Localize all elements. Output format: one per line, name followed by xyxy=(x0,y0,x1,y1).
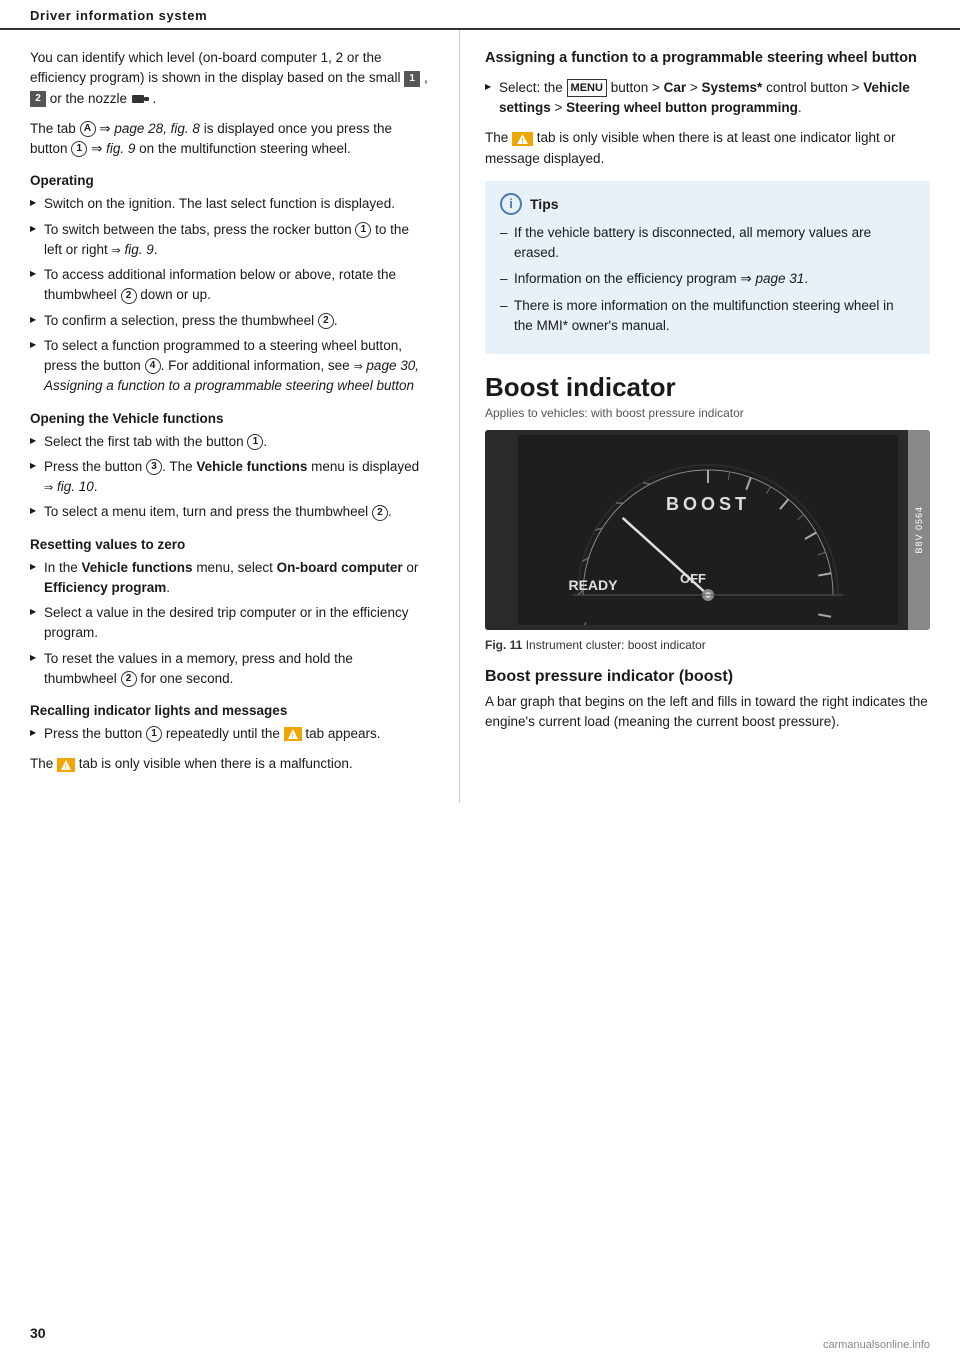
warning-tab-paragraph: The ! tab is only visible when there is … xyxy=(485,128,930,169)
arrow-symbol-2: ⇒ xyxy=(91,141,106,156)
ready-label: READY xyxy=(568,577,618,593)
opening-heading: Opening the Vehicle functions xyxy=(30,411,429,426)
boost-pressure-heading: Boost pressure indicator (boost) xyxy=(485,668,930,686)
operating-heading: Operating xyxy=(30,173,429,188)
svg-text:!: ! xyxy=(521,138,523,145)
op-bullet-3: To access additional information below o… xyxy=(30,265,429,306)
warning-tab-mal: ! xyxy=(57,758,75,772)
resetting-heading: Resetting values to zero xyxy=(30,537,429,552)
tab-a-intro: The tab xyxy=(30,121,80,136)
open-bullet-1: Select the first tab with the button 1. xyxy=(30,432,429,452)
opening-list: Select the first tab with the button 1. … xyxy=(30,432,429,523)
image-badge: B8V 0564 xyxy=(908,430,930,630)
badge-text: B8V 0564 xyxy=(914,506,924,554)
op-bullet-1: Switch on the ignition. The last select … xyxy=(30,194,429,214)
btn-2-thumbwheel: 2 xyxy=(121,288,137,304)
fig-caption: Fig. 11 Instrument cluster: boost indica… xyxy=(485,636,930,654)
tip-3: There is more information on the multifu… xyxy=(500,296,915,337)
operating-list: Switch on the ignition. The last select … xyxy=(30,194,429,396)
open-bullet-3: To select a menu item, turn and press th… xyxy=(30,502,429,522)
op-bullet-4: To confirm a selection, press the thumbw… xyxy=(30,311,429,331)
op-bullet-5: To select a function programmed to a ste… xyxy=(30,336,429,397)
boost-subtitle: Applies to vehicles: with boost pressure… xyxy=(485,406,930,420)
tips-icon: i xyxy=(500,193,522,215)
recalling-list: Press the button 1 repeatedly until the … xyxy=(30,724,429,744)
intro-period: . xyxy=(153,91,157,106)
page-number: 30 xyxy=(30,1325,46,1341)
tips-header: i Tips xyxy=(500,193,915,215)
recall-bullet-1: Press the button 1 repeatedly until the … xyxy=(30,724,429,744)
num-1-badge: 1 xyxy=(404,71,420,87)
malfunction-paragraph: The ! tab is only visible when there is … xyxy=(30,754,429,774)
arrow-symbol-1: ⇒ xyxy=(99,121,114,136)
malfunc-the: The xyxy=(30,756,57,771)
page-wrapper: Driver information system You can identi… xyxy=(0,0,960,1361)
btn-2-menu: 2 xyxy=(372,505,388,521)
page-header: Driver information system xyxy=(0,0,960,30)
warning-tab-right: ! xyxy=(512,132,533,146)
watermark: carmanualsonline.info xyxy=(823,1339,930,1351)
btn-3-press: 3 xyxy=(146,459,162,475)
btn-1-tab: 1 xyxy=(247,434,263,450)
recalling-heading: Recalling indicator lights and messages xyxy=(30,703,429,718)
boost-label: BOOST xyxy=(665,494,749,514)
fig-caption-label: Fig. 11 xyxy=(485,638,522,652)
tab-a-end: on the multifunction steering wheel. xyxy=(139,141,351,156)
resetting-list: In the Vehicle functions menu, select On… xyxy=(30,558,429,690)
intro-text: You can identify which level (on-board c… xyxy=(30,50,404,85)
assigning-heading: Assigning a function to a programmable s… xyxy=(485,48,930,70)
warning-triangle-mal-icon: ! xyxy=(60,759,72,771)
boost-title: Boost indicator xyxy=(485,372,930,403)
boost-image: BOOST READY OFF xyxy=(485,430,930,630)
intro-comma: , xyxy=(424,70,428,85)
reset-bullet-2: Select a value in the desired trip compu… xyxy=(30,603,429,644)
reset-bullet-1: In the Vehicle functions menu, select On… xyxy=(30,558,429,599)
page-content: You can identify which level (on-board c… xyxy=(0,30,960,803)
menu-box: MENU xyxy=(567,79,607,98)
tips-list: If the vehicle battery is disconnected, … xyxy=(500,223,915,336)
tip-1: If the vehicle battery is disconnected, … xyxy=(500,223,915,264)
boost-pressure-text: A bar graph that begins on the left and … xyxy=(485,692,930,733)
malfunc-rest: tab is only visible when there is a malf… xyxy=(79,756,353,771)
warn-tab-rest: tab is only visible when there is at lea… xyxy=(485,130,895,165)
assigning-list: Select: the MENU button > Car > Systems*… xyxy=(485,78,930,119)
warn-tab-the: The xyxy=(485,130,512,145)
btn-2-confirm: 2 xyxy=(318,313,334,329)
tips-box: i Tips If the vehicle battery is disconn… xyxy=(485,181,930,354)
left-column: You can identify which level (on-board c… xyxy=(0,30,460,803)
boost-section: Boost indicator Applies to vehicles: wit… xyxy=(485,372,930,733)
btn-2-reset: 2 xyxy=(121,671,137,687)
warning-triangle-right-icon: ! xyxy=(516,133,529,145)
svg-text:!: ! xyxy=(291,735,293,741)
intro-paragraph: You can identify which level (on-board c… xyxy=(30,48,429,109)
assign-bullet-1: Select: the MENU button > Car > Systems*… xyxy=(485,78,930,119)
num-2-badge: 2 xyxy=(30,91,46,107)
letter-a-circle: A xyxy=(80,121,96,137)
reset-bullet-3: To reset the values in a memory, press a… xyxy=(30,649,429,690)
right-column: Assigning a function to a programmable s… xyxy=(460,30,960,803)
tips-heading: Tips xyxy=(530,196,559,212)
open-bullet-2: Press the button 3. The Vehicle function… xyxy=(30,457,429,498)
tip-2: Information on the efficiency program ⇒ … xyxy=(500,269,915,289)
btn-4-select: 4 xyxy=(145,358,161,374)
header-title: Driver information system xyxy=(30,8,207,23)
fig-caption-text: Instrument cluster: boost indicator xyxy=(526,638,706,652)
btn-1-recall: 1 xyxy=(146,726,162,742)
tab-a-fig9: fig. 9 xyxy=(106,141,135,156)
op-bullet-2: To switch between the tabs, press the ro… xyxy=(30,220,429,261)
tab-a-page-ref: page 28, fig. 8 xyxy=(114,121,200,136)
btn-1-rocker: 1 xyxy=(355,222,371,238)
nozzle-icon xyxy=(131,91,149,107)
warning-tab-inline: ! xyxy=(284,727,302,741)
btn-1-circle: 1 xyxy=(71,141,87,157)
tab-a-paragraph: The tab A ⇒ page 28, fig. 8 is displayed… xyxy=(30,119,429,160)
svg-text:!: ! xyxy=(65,765,67,771)
boost-gauge-svg: BOOST READY OFF xyxy=(518,435,898,625)
intro-or: or the nozzle xyxy=(50,91,131,106)
warning-triangle-icon: ! xyxy=(287,728,299,740)
